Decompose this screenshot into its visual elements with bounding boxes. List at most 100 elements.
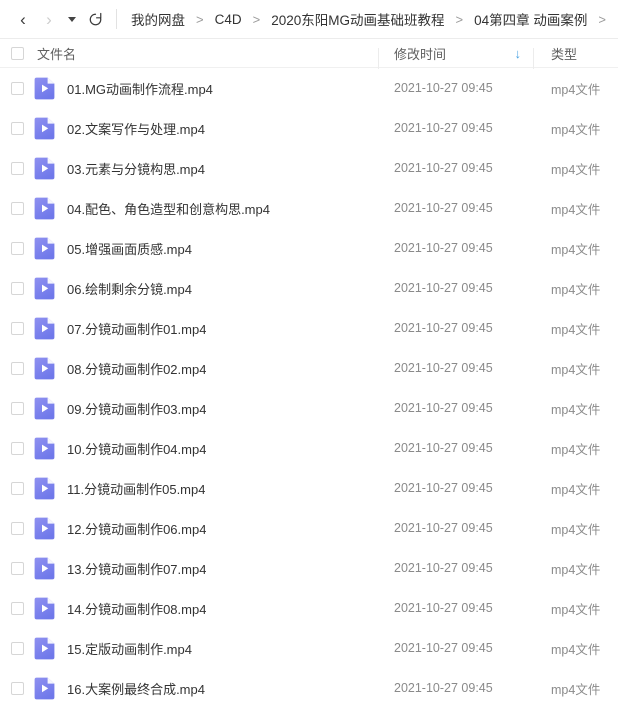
file-name-cell[interactable]: 04.配色、角色造型和创意构思.mp4: [34, 197, 378, 220]
row-checkbox-cell[interactable]: [0, 241, 34, 255]
row-checkbox[interactable]: [10, 201, 24, 215]
file-modified-time: 2021-10-27 09:45: [394, 121, 493, 135]
row-checkbox[interactable]: [10, 601, 24, 615]
breadcrumb-separator-trailing: >: [598, 11, 606, 27]
row-checkbox[interactable]: [10, 361, 24, 375]
sort-descending-icon[interactable]: ↓: [515, 47, 522, 60]
row-checkbox-cell[interactable]: [0, 321, 34, 335]
file-row[interactable]: 11.分镜动画制作05.mp4 2021-10-27 09:45 mp4文件: [0, 468, 618, 508]
row-checkbox-cell[interactable]: [0, 201, 34, 215]
refresh-icon: [89, 12, 101, 25]
file-row[interactable]: 08.分镜动画制作02.mp4 2021-10-27 09:45 mp4文件: [0, 348, 618, 388]
file-name-label: 15.定版动画制作.mp4: [67, 641, 192, 657]
history-dropdown-button[interactable]: [62, 6, 82, 32]
file-name-cell[interactable]: 07.分镜动画制作01.mp4: [34, 317, 378, 340]
file-name-label: 14.分镜动画制作08.mp4: [67, 601, 207, 617]
file-name-cell[interactable]: 06.绘制剩余分镜.mp4: [34, 277, 378, 300]
row-checkbox[interactable]: [10, 681, 24, 695]
row-checkbox-cell[interactable]: [0, 401, 34, 415]
row-checkbox-cell[interactable]: [0, 601, 34, 615]
row-checkbox[interactable]: [10, 401, 24, 415]
row-checkbox[interactable]: [10, 521, 24, 535]
file-modified-time: 2021-10-27 09:45: [394, 81, 493, 95]
file-name-cell[interactable]: 10.分镜动画制作04.mp4: [34, 437, 378, 460]
row-checkbox[interactable]: [10, 281, 24, 295]
breadcrumb-item-1[interactable]: C4D: [213, 11, 244, 28]
file-row[interactable]: 05.增强画面质感.mp4 2021-10-27 09:45 mp4文件: [0, 228, 618, 268]
row-checkbox[interactable]: [10, 481, 24, 495]
file-name-cell[interactable]: 03.元素与分镜构思.mp4: [34, 157, 378, 180]
row-checkbox-cell[interactable]: [0, 681, 34, 695]
file-type: mp4文件: [551, 442, 601, 457]
file-row[interactable]: 09.分镜动画制作03.mp4 2021-10-27 09:45 mp4文件: [0, 388, 618, 428]
file-name-cell[interactable]: 08.分镜动画制作02.mp4: [34, 357, 378, 380]
column-header-time[interactable]: 修改时间 ↓: [378, 44, 533, 69]
file-row[interactable]: 12.分镜动画制作06.mp4 2021-10-27 09:45 mp4文件: [0, 508, 618, 548]
file-name-cell[interactable]: 13.分镜动画制作07.mp4: [34, 557, 378, 580]
column-header-type[interactable]: 类型: [533, 44, 618, 69]
row-checkbox[interactable]: [10, 161, 24, 175]
breadcrumb-separator: >: [252, 11, 261, 27]
row-checkbox-cell[interactable]: [0, 361, 34, 375]
back-button[interactable]: ‹: [10, 6, 36, 32]
row-checkbox-cell[interactable]: [0, 121, 34, 135]
breadcrumb-item-0[interactable]: 我的网盘: [129, 8, 187, 30]
file-name-label: 13.分镜动画制作07.mp4: [67, 561, 207, 577]
breadcrumb-item-2[interactable]: 2020东阳MG动画基础班教程: [269, 8, 446, 30]
file-name-cell[interactable]: 16.大案例最终合成.mp4: [34, 677, 378, 700]
video-file-icon: [34, 677, 55, 700]
row-checkbox[interactable]: [10, 641, 24, 655]
file-name-cell[interactable]: 05.增强画面质感.mp4: [34, 237, 378, 260]
file-row[interactable]: 13.分镜动画制作07.mp4 2021-10-27 09:45 mp4文件: [0, 548, 618, 588]
file-row[interactable]: 10.分镜动画制作04.mp4 2021-10-27 09:45 mp4文件: [0, 428, 618, 468]
file-row[interactable]: 01.MG动画制作流程.mp4 2021-10-27 09:45 mp4文件: [0, 68, 618, 108]
file-type: mp4文件: [551, 322, 601, 337]
row-checkbox-cell[interactable]: [0, 441, 34, 455]
row-checkbox[interactable]: [10, 561, 24, 575]
file-row[interactable]: 02.文案写作与处理.mp4 2021-10-27 09:45 mp4文件: [0, 108, 618, 148]
row-checkbox[interactable]: [10, 121, 24, 135]
row-checkbox[interactable]: [10, 81, 24, 95]
file-row[interactable]: 03.元素与分镜构思.mp4 2021-10-27 09:45 mp4文件: [0, 148, 618, 188]
row-checkbox[interactable]: [10, 241, 24, 255]
file-name-label: 01.MG动画制作流程.mp4: [67, 81, 213, 97]
file-name-cell[interactable]: 01.MG动画制作流程.mp4: [34, 77, 378, 100]
row-checkbox-cell[interactable]: [0, 81, 34, 95]
video-file-icon: [34, 197, 55, 220]
breadcrumb-separator: >: [455, 11, 464, 27]
video-file-icon: [34, 597, 55, 620]
file-name-cell[interactable]: 11.分镜动画制作05.mp4: [34, 477, 378, 500]
file-name-cell[interactable]: 15.定版动画制作.mp4: [34, 637, 378, 660]
forward-button[interactable]: ›: [36, 6, 62, 32]
file-row[interactable]: 16.大案例最终合成.mp4 2021-10-27 09:45 mp4文件: [0, 668, 618, 707]
file-name-label: 03.元素与分镜构思.mp4: [67, 161, 205, 177]
row-checkbox-cell[interactable]: [0, 521, 34, 535]
file-row[interactable]: 15.定版动画制作.mp4 2021-10-27 09:45 mp4文件: [0, 628, 618, 668]
file-row[interactable]: 06.绘制剩余分镜.mp4 2021-10-27 09:45 mp4文件: [0, 268, 618, 308]
refresh-button[interactable]: [82, 6, 108, 32]
breadcrumb-item-3[interactable]: 04第四章 动画案例: [472, 8, 589, 30]
row-checkbox-cell[interactable]: [0, 161, 34, 175]
file-name-cell[interactable]: 14.分镜动画制作08.mp4: [34, 597, 378, 620]
column-header-name[interactable]: 文件名: [34, 44, 378, 63]
toolbar-divider: [116, 9, 117, 29]
file-name-label: 06.绘制剩余分镜.mp4: [67, 281, 192, 297]
column-divider: [533, 47, 534, 69]
row-checkbox[interactable]: [10, 441, 24, 455]
select-all-checkbox-cell[interactable]: [0, 46, 34, 60]
row-checkbox-cell[interactable]: [0, 281, 34, 295]
row-checkbox-cell[interactable]: [0, 641, 34, 655]
file-row[interactable]: 04.配色、角色造型和创意构思.mp4 2021-10-27 09:45 mp4文件: [0, 188, 618, 228]
select-all-checkbox[interactable]: [10, 46, 24, 60]
row-checkbox-cell[interactable]: [0, 481, 34, 495]
file-row[interactable]: 07.分镜动画制作01.mp4 2021-10-27 09:45 mp4文件: [0, 308, 618, 348]
file-modified-time: 2021-10-27 09:45: [394, 161, 493, 175]
file-type: mp4文件: [551, 402, 601, 417]
row-checkbox[interactable]: [10, 321, 24, 335]
file-name-cell[interactable]: 12.分镜动画制作06.mp4: [34, 517, 378, 540]
video-file-icon: [34, 157, 55, 180]
file-name-cell[interactable]: 02.文案写作与处理.mp4: [34, 117, 378, 140]
row-checkbox-cell[interactable]: [0, 561, 34, 575]
file-row[interactable]: 14.分镜动画制作08.mp4 2021-10-27 09:45 mp4文件: [0, 588, 618, 628]
file-name-cell[interactable]: 09.分镜动画制作03.mp4: [34, 397, 378, 420]
